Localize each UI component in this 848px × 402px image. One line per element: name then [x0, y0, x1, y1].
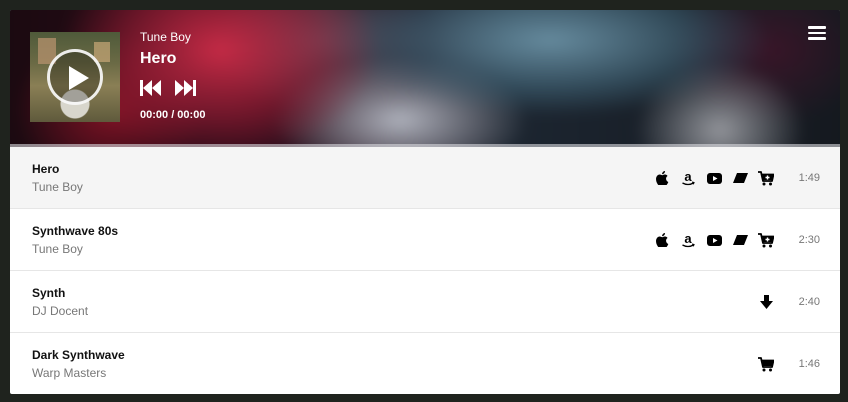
download-button[interactable] — [758, 294, 774, 310]
track-title: Synthwave 80s — [32, 224, 119, 238]
track-row[interactable]: Dark Synthwave Warp Masters 1:46 — [10, 333, 840, 394]
apple-music-link[interactable] — [654, 170, 670, 186]
amazon-link[interactable]: a — [680, 232, 696, 248]
apple-icon — [655, 233, 668, 247]
track-title: Hero — [32, 162, 60, 176]
buy-button[interactable] — [758, 356, 774, 372]
track-artist: Tune Boy — [32, 180, 83, 194]
album-art — [30, 32, 120, 122]
track-artist: Warp Masters — [32, 366, 107, 380]
track-actions — [758, 356, 774, 372]
buy-button[interactable] — [758, 232, 774, 248]
download-icon — [759, 295, 773, 309]
skip-next-icon — [175, 80, 196, 96]
track-artist: Tune Boy — [32, 242, 83, 256]
buy-button[interactable] — [758, 170, 774, 186]
track-actions: a — [654, 170, 774, 186]
play-button[interactable] — [47, 49, 103, 105]
track-duration: 2:40 — [798, 296, 820, 308]
track-list: Hero Tune Boy a 1:49 Synthwave 80s Tune … — [10, 147, 840, 394]
blurred-background — [10, 10, 840, 147]
beatport-link[interactable] — [732, 170, 748, 186]
track-actions: a — [654, 232, 774, 248]
track-row[interactable]: Hero Tune Boy a 1:49 — [10, 147, 840, 209]
amazon-icon: a — [682, 171, 695, 185]
svg-text:a: a — [684, 171, 692, 184]
track-duration: 2:30 — [798, 234, 820, 246]
music-player: Tune Boy Hero 00:00 / 00:00 Hero Tune Bo… — [10, 10, 840, 394]
now-playing-meta: Tune Boy Hero — [140, 30, 191, 68]
track-row[interactable]: Synthwave 80s Tune Boy a 2:30 — [10, 209, 840, 271]
menu-button[interactable] — [808, 26, 826, 40]
youtube-icon — [706, 172, 722, 184]
next-button[interactable] — [174, 80, 196, 96]
skip-previous-icon — [140, 80, 161, 96]
now-playing-header: Tune Boy Hero 00:00 / 00:00 — [10, 10, 840, 147]
youtube-link[interactable] — [706, 170, 722, 186]
previous-button[interactable] — [140, 80, 162, 96]
track-artist: DJ Docent — [32, 304, 89, 318]
beatport-icon — [732, 173, 748, 183]
now-playing-title: Hero — [140, 50, 177, 67]
cart-icon — [758, 232, 774, 247]
cart-icon — [758, 356, 774, 371]
transport-controls — [140, 80, 196, 96]
apple-icon — [655, 171, 668, 185]
track-row[interactable]: Synth DJ Docent 2:40 — [10, 271, 840, 333]
apple-music-link[interactable] — [654, 232, 670, 248]
play-icon — [69, 66, 89, 90]
now-playing-artist: Tune Boy — [140, 30, 191, 44]
track-duration: 1:46 — [798, 358, 820, 370]
track-actions — [758, 294, 774, 310]
amazon-link[interactable]: a — [680, 170, 696, 186]
youtube-link[interactable] — [706, 232, 722, 248]
beatport-link[interactable] — [732, 232, 748, 248]
youtube-icon — [706, 234, 722, 246]
hamburger-menu-icon — [808, 26, 826, 40]
time-readout: 00:00 / 00:00 — [140, 109, 206, 121]
svg-text:a: a — [684, 233, 692, 246]
amazon-icon: a — [682, 233, 695, 247]
track-title: Dark Synthwave — [32, 348, 125, 362]
track-duration: 1:49 — [798, 172, 820, 184]
track-title: Synth — [32, 286, 66, 300]
cart-icon — [758, 170, 774, 185]
beatport-icon — [732, 235, 748, 245]
